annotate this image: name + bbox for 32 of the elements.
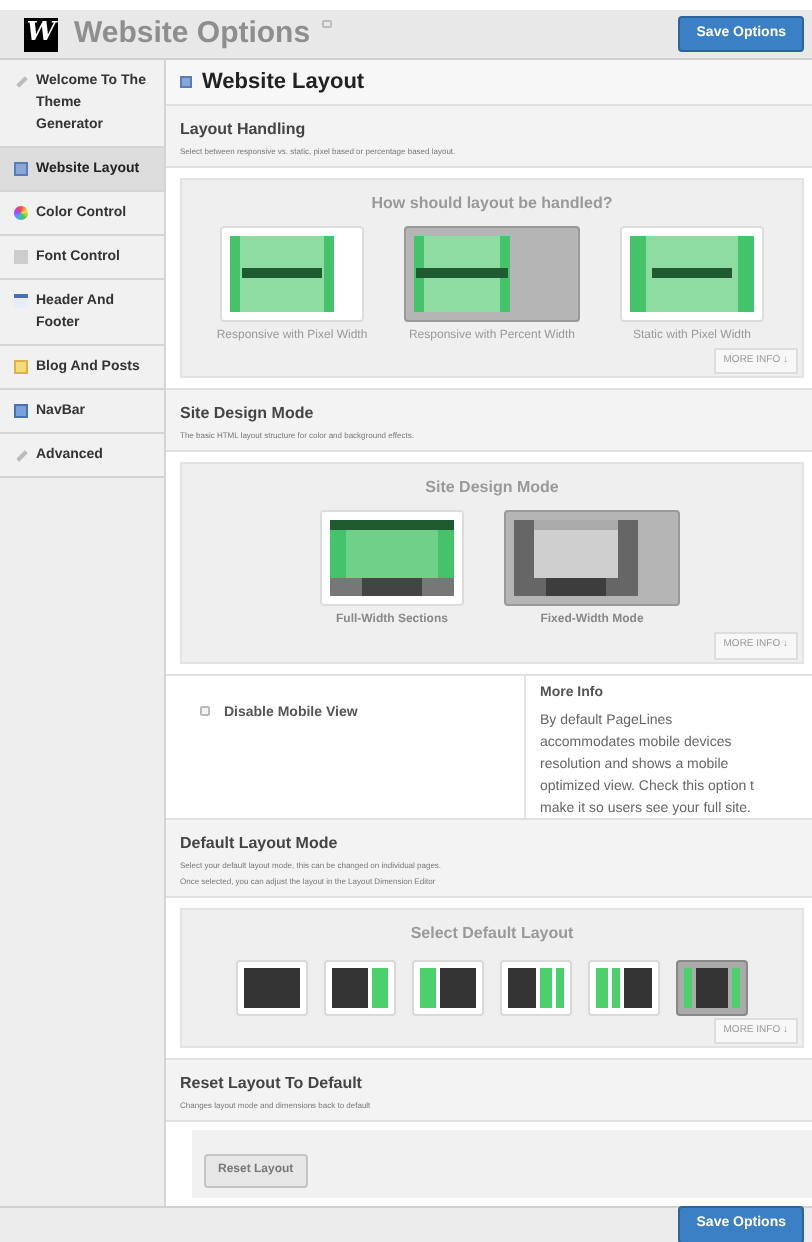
panel-title: Select Default Layout	[410, 921, 574, 945]
checkbox[interactable]	[200, 705, 210, 715]
layout-thumbnail-drawing	[330, 520, 454, 596]
color-wheel-icon	[14, 206, 28, 220]
speech-icon	[322, 20, 333, 28]
panel-title: How should layout be handled?	[371, 191, 613, 215]
menu-item-icon	[14, 162, 28, 176]
layout-icon	[332, 967, 388, 1007]
option-title: Site Design Mode	[180, 402, 316, 426]
layout-thumbnail-drawing	[514, 520, 638, 596]
layout-icon	[420, 967, 476, 1007]
panel-title: Site Design Mode	[425, 476, 559, 500]
menu-item-icon	[14, 404, 28, 418]
pencil-icon	[15, 449, 27, 461]
section-title: Website Layout	[202, 67, 365, 97]
option-title: Layout Handling	[180, 117, 308, 141]
menu-item-icon	[14, 294, 28, 308]
option-title: Reset Layout To Default	[180, 1072, 364, 1096]
layout-icon	[180, 75, 192, 88]
page-heading: Website Options	[74, 13, 311, 54]
menu-item-icon	[14, 360, 28, 374]
option-title: Default Layout Mode	[180, 831, 340, 855]
layout-icon	[684, 967, 740, 1007]
layout-icon	[244, 967, 300, 1007]
layout-option[interactable]	[676, 959, 748, 1015]
logo: W	[24, 17, 58, 51]
layout-icon	[596, 967, 652, 1007]
layout-option[interactable]	[504, 510, 680, 606]
layout-thumbnail-drawing	[630, 235, 754, 311]
pencil-icon	[15, 75, 27, 87]
menu-item-icon	[14, 250, 28, 264]
layout-icon	[508, 967, 564, 1007]
